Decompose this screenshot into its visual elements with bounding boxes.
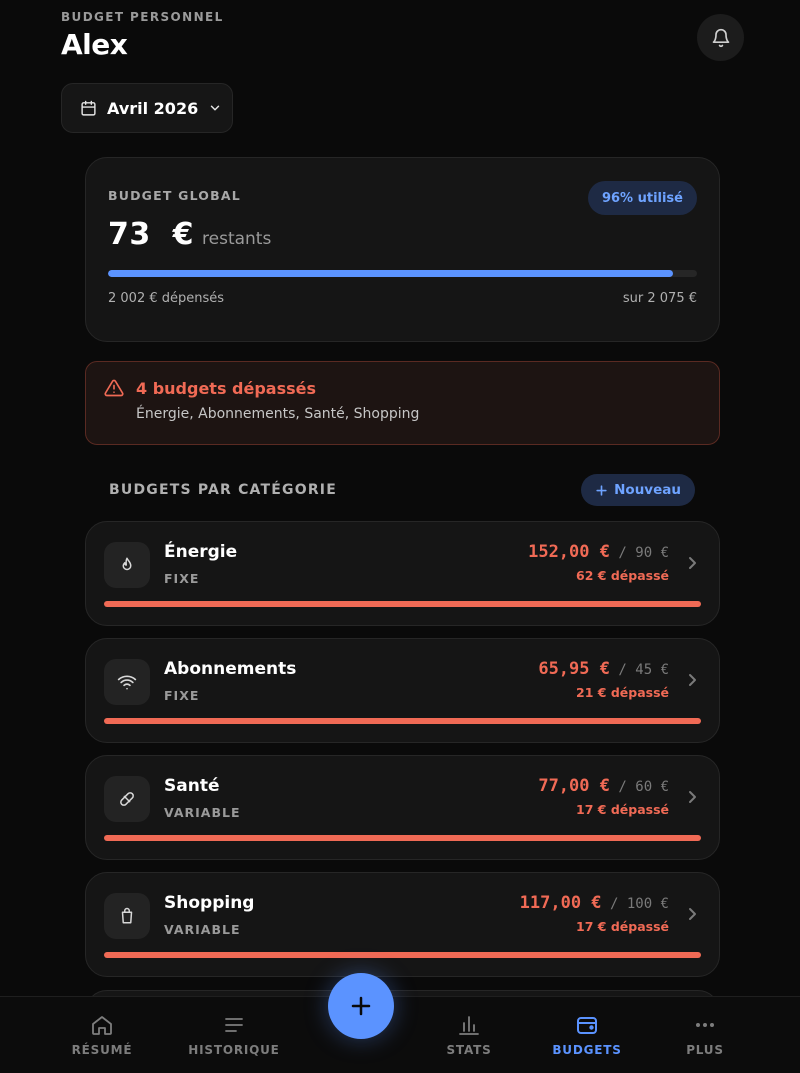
category-name: Shopping [164, 893, 255, 913]
month-label: Avril 2026 [107, 98, 199, 118]
wallet-icon [577, 1017, 597, 1034]
nav-item-resume[interactable]: RÉSUMÉ [42, 1013, 162, 1057]
nav-label: HISTORIQUE [188, 1043, 280, 1057]
alert-title-row: 4 budgets dépassés [104, 378, 701, 398]
chevron-right-icon [689, 908, 696, 920]
category-name: Santé [164, 776, 220, 796]
category-progress-bar [104, 835, 701, 841]
category-limit: 100 € [626, 896, 669, 912]
remaining-amount: 73 € [108, 217, 195, 252]
calendar-icon [81, 100, 96, 116]
nav-item-historique[interactable]: HISTORIQUE [174, 1013, 294, 1057]
category-over: 21 € dépassé [576, 685, 669, 700]
global-budget-card: BUDGET GLOBAL 96% utilisé 73 € restants … [85, 157, 720, 342]
category-type: VARIABLE [164, 805, 241, 820]
wifi-icon [117, 675, 137, 690]
usage-badge: 96% utilisé [587, 181, 697, 215]
new-budget-button[interactable]: Nouveau [581, 474, 695, 506]
user-name: Alex [61, 28, 128, 61]
category-spent: 77,00 € [538, 776, 610, 796]
category-card-energie[interactable]: Énergie FIXE 152,00 € / 90 € 62 € dépass… [85, 521, 720, 626]
month-selector[interactable]: Avril 2026 [61, 83, 233, 133]
category-limit: 45 € [635, 662, 669, 678]
category-card-sante[interactable]: Santé VARIABLE 77,00 € / 60 € 17 € dépas… [85, 755, 720, 860]
category-amounts: 77,00 € / 60 € 17 € dépassé [538, 776, 669, 817]
remaining-row: 73 € restants [108, 217, 697, 252]
bottom-nav: RÉSUMÉ HISTORIQUE STATS BUDGETS PLUS [0, 996, 800, 1073]
category-over: 17 € dépassé [576, 802, 669, 817]
home-icon [92, 1016, 112, 1035]
category-icon-box [104, 542, 150, 588]
header-eyebrow: BUDGET PERSONNEL [61, 10, 224, 24]
chevron-right-icon [689, 791, 696, 803]
global-progress-track [108, 270, 697, 277]
flame-icon [122, 557, 132, 571]
category-type: FIXE [164, 688, 200, 703]
category-progress-bar [104, 718, 701, 724]
spent-text: 2 002 € dépensés [108, 291, 225, 306]
add-transaction-button[interactable] [328, 973, 394, 1039]
more-icon [696, 1023, 714, 1027]
category-card-abonnements[interactable]: Abonnements FIXE 65,95 € / 45 € 21 € dép… [85, 638, 720, 743]
category-icon-box [104, 776, 150, 822]
overspend-alert[interactable]: 4 budgets dépassés Énergie, Abonnements,… [85, 361, 720, 445]
pill-icon [120, 792, 134, 806]
categories-section-header: BUDGETS PAR CATÉGORIE Nouveau [85, 474, 695, 506]
nav-label: PLUS [686, 1043, 724, 1057]
category-spent: 152,00 € [528, 542, 610, 562]
bag-icon [121, 907, 133, 924]
alert-detail: Énergie, Abonnements, Santé, Shopping [136, 406, 420, 422]
warning-icon [104, 379, 124, 397]
nav-item-budgets[interactable]: BUDGETS [527, 1013, 647, 1057]
category-amounts: 152,00 € / 90 € 62 € dépassé [528, 542, 669, 583]
bar-chart-icon [459, 1016, 479, 1035]
category-over: 62 € dépassé [576, 568, 669, 583]
nav-item-plus[interactable]: PLUS [645, 1013, 765, 1057]
category-spent: 65,95 € [538, 659, 610, 679]
chevron-right-icon [689, 557, 696, 569]
section-title: BUDGETS PAR CATÉGORIE [109, 482, 337, 498]
nav-label: STATS [446, 1043, 492, 1057]
total-text: sur 2 075 € [622, 291, 697, 306]
category-type: FIXE [164, 571, 200, 586]
notifications-button[interactable] [697, 14, 744, 61]
alert-title: 4 budgets dépassés [136, 378, 317, 398]
plus-icon [351, 996, 371, 1016]
nav-item-stats[interactable]: STATS [409, 1013, 529, 1057]
category-limit: 90 € [635, 545, 669, 561]
category-over: 17 € dépassé [576, 919, 669, 934]
category-progress-bar [104, 952, 701, 958]
category-progress-bar [104, 601, 701, 607]
chevron-right-icon [689, 674, 696, 686]
bell-icon [712, 28, 729, 47]
category-icon-box [104, 893, 150, 939]
category-spent: 117,00 € [519, 893, 602, 913]
category-card-shopping[interactable]: Shopping VARIABLE 117,00 € / 100 € 17 € … [85, 872, 720, 977]
category-amounts: 65,95 € / 45 € 21 € dépassé [538, 659, 669, 700]
category-amounts: 117,00 € / 100 € 17 € dépassé [519, 893, 669, 934]
remaining-suffix: restants [202, 229, 272, 249]
global-progress-fill [108, 270, 674, 277]
new-button-label: Nouveau [614, 482, 681, 498]
category-type: VARIABLE [164, 922, 241, 937]
category-name: Énergie [164, 542, 238, 562]
chevron-down-icon [210, 105, 220, 111]
nav-label: RÉSUMÉ [71, 1043, 133, 1057]
nav-label: BUDGETS [552, 1043, 622, 1057]
category-icon-box [104, 659, 150, 705]
category-limit: 60 € [635, 779, 669, 795]
plus-icon [596, 484, 607, 496]
list-icon [225, 1018, 243, 1032]
category-name: Abonnements [164, 659, 297, 679]
global-footer: 2 002 € dépensés sur 2 075 € [108, 291, 697, 306]
page-header: BUDGET PERSONNEL Alex [61, 10, 224, 61]
